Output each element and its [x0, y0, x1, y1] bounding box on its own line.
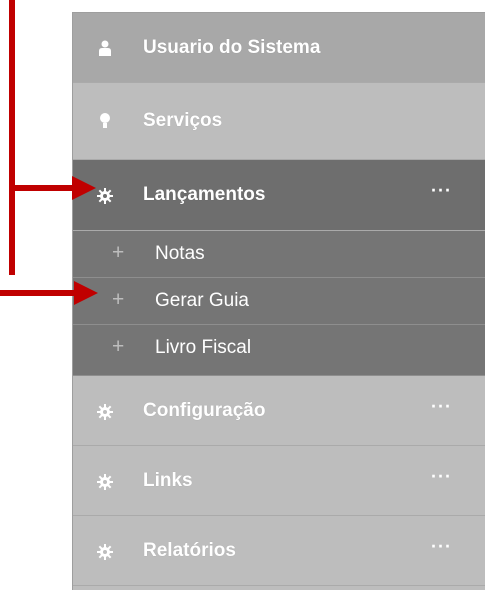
submenu-item-label: Livro Fiscal [155, 337, 252, 358]
gear-icon [97, 544, 113, 560]
plus-icon: + [112, 335, 125, 358]
arrow-horizontal-line [0, 290, 76, 296]
arrow-head-icon [74, 281, 98, 305]
gear-icon [97, 404, 113, 420]
submenu-item-livro-fiscal[interactable]: + Livro Fiscal [73, 325, 485, 376]
menu-item-label: Relatórios [143, 539, 236, 561]
menu-item-launches[interactable]: Lançamentos ··· [73, 160, 485, 231]
arrow-vertical-line [9, 0, 15, 275]
menu-item-links[interactable]: Links ··· [73, 446, 485, 516]
submenu-item-label: Notas [155, 243, 205, 264]
sidebar-menu: Usuario do Sistema Serviços Lançamentos … [72, 12, 485, 590]
menu-item-label: Configuração [143, 399, 266, 421]
plus-icon: + [112, 241, 125, 264]
submenu-item-label: Gerar Guia [155, 290, 249, 311]
menu-item-reports[interactable]: Relatórios ··· [73, 516, 485, 586]
plus-icon: + [112, 288, 125, 311]
menu-item-services[interactable]: Serviços [73, 83, 485, 160]
arrow-horizontal-line [9, 185, 75, 191]
menu-item-user[interactable]: Usuario do Sistema [73, 13, 485, 83]
menu-item-label: Links [143, 469, 193, 491]
more-icon[interactable]: ··· [431, 466, 452, 487]
gear-icon [97, 474, 113, 490]
menu-item-config[interactable]: Configuração ··· [73, 376, 485, 446]
more-icon[interactable]: ··· [431, 396, 452, 417]
arrow-head-icon [72, 176, 96, 200]
user-icon [97, 40, 113, 56]
submenu-item-notas[interactable]: + Notas [73, 231, 485, 278]
gear-icon [97, 188, 113, 204]
menu-item-label: Usuario do Sistema [143, 36, 321, 58]
submenu-item-gerar-guia[interactable]: + Gerar Guia [73, 278, 485, 325]
menu-item-label: Serviços [143, 110, 223, 131]
more-icon[interactable]: ··· [431, 536, 452, 557]
bulb-icon [97, 113, 113, 129]
menu-item-label: Lançamentos [143, 184, 266, 205]
more-icon[interactable]: ··· [431, 181, 452, 202]
